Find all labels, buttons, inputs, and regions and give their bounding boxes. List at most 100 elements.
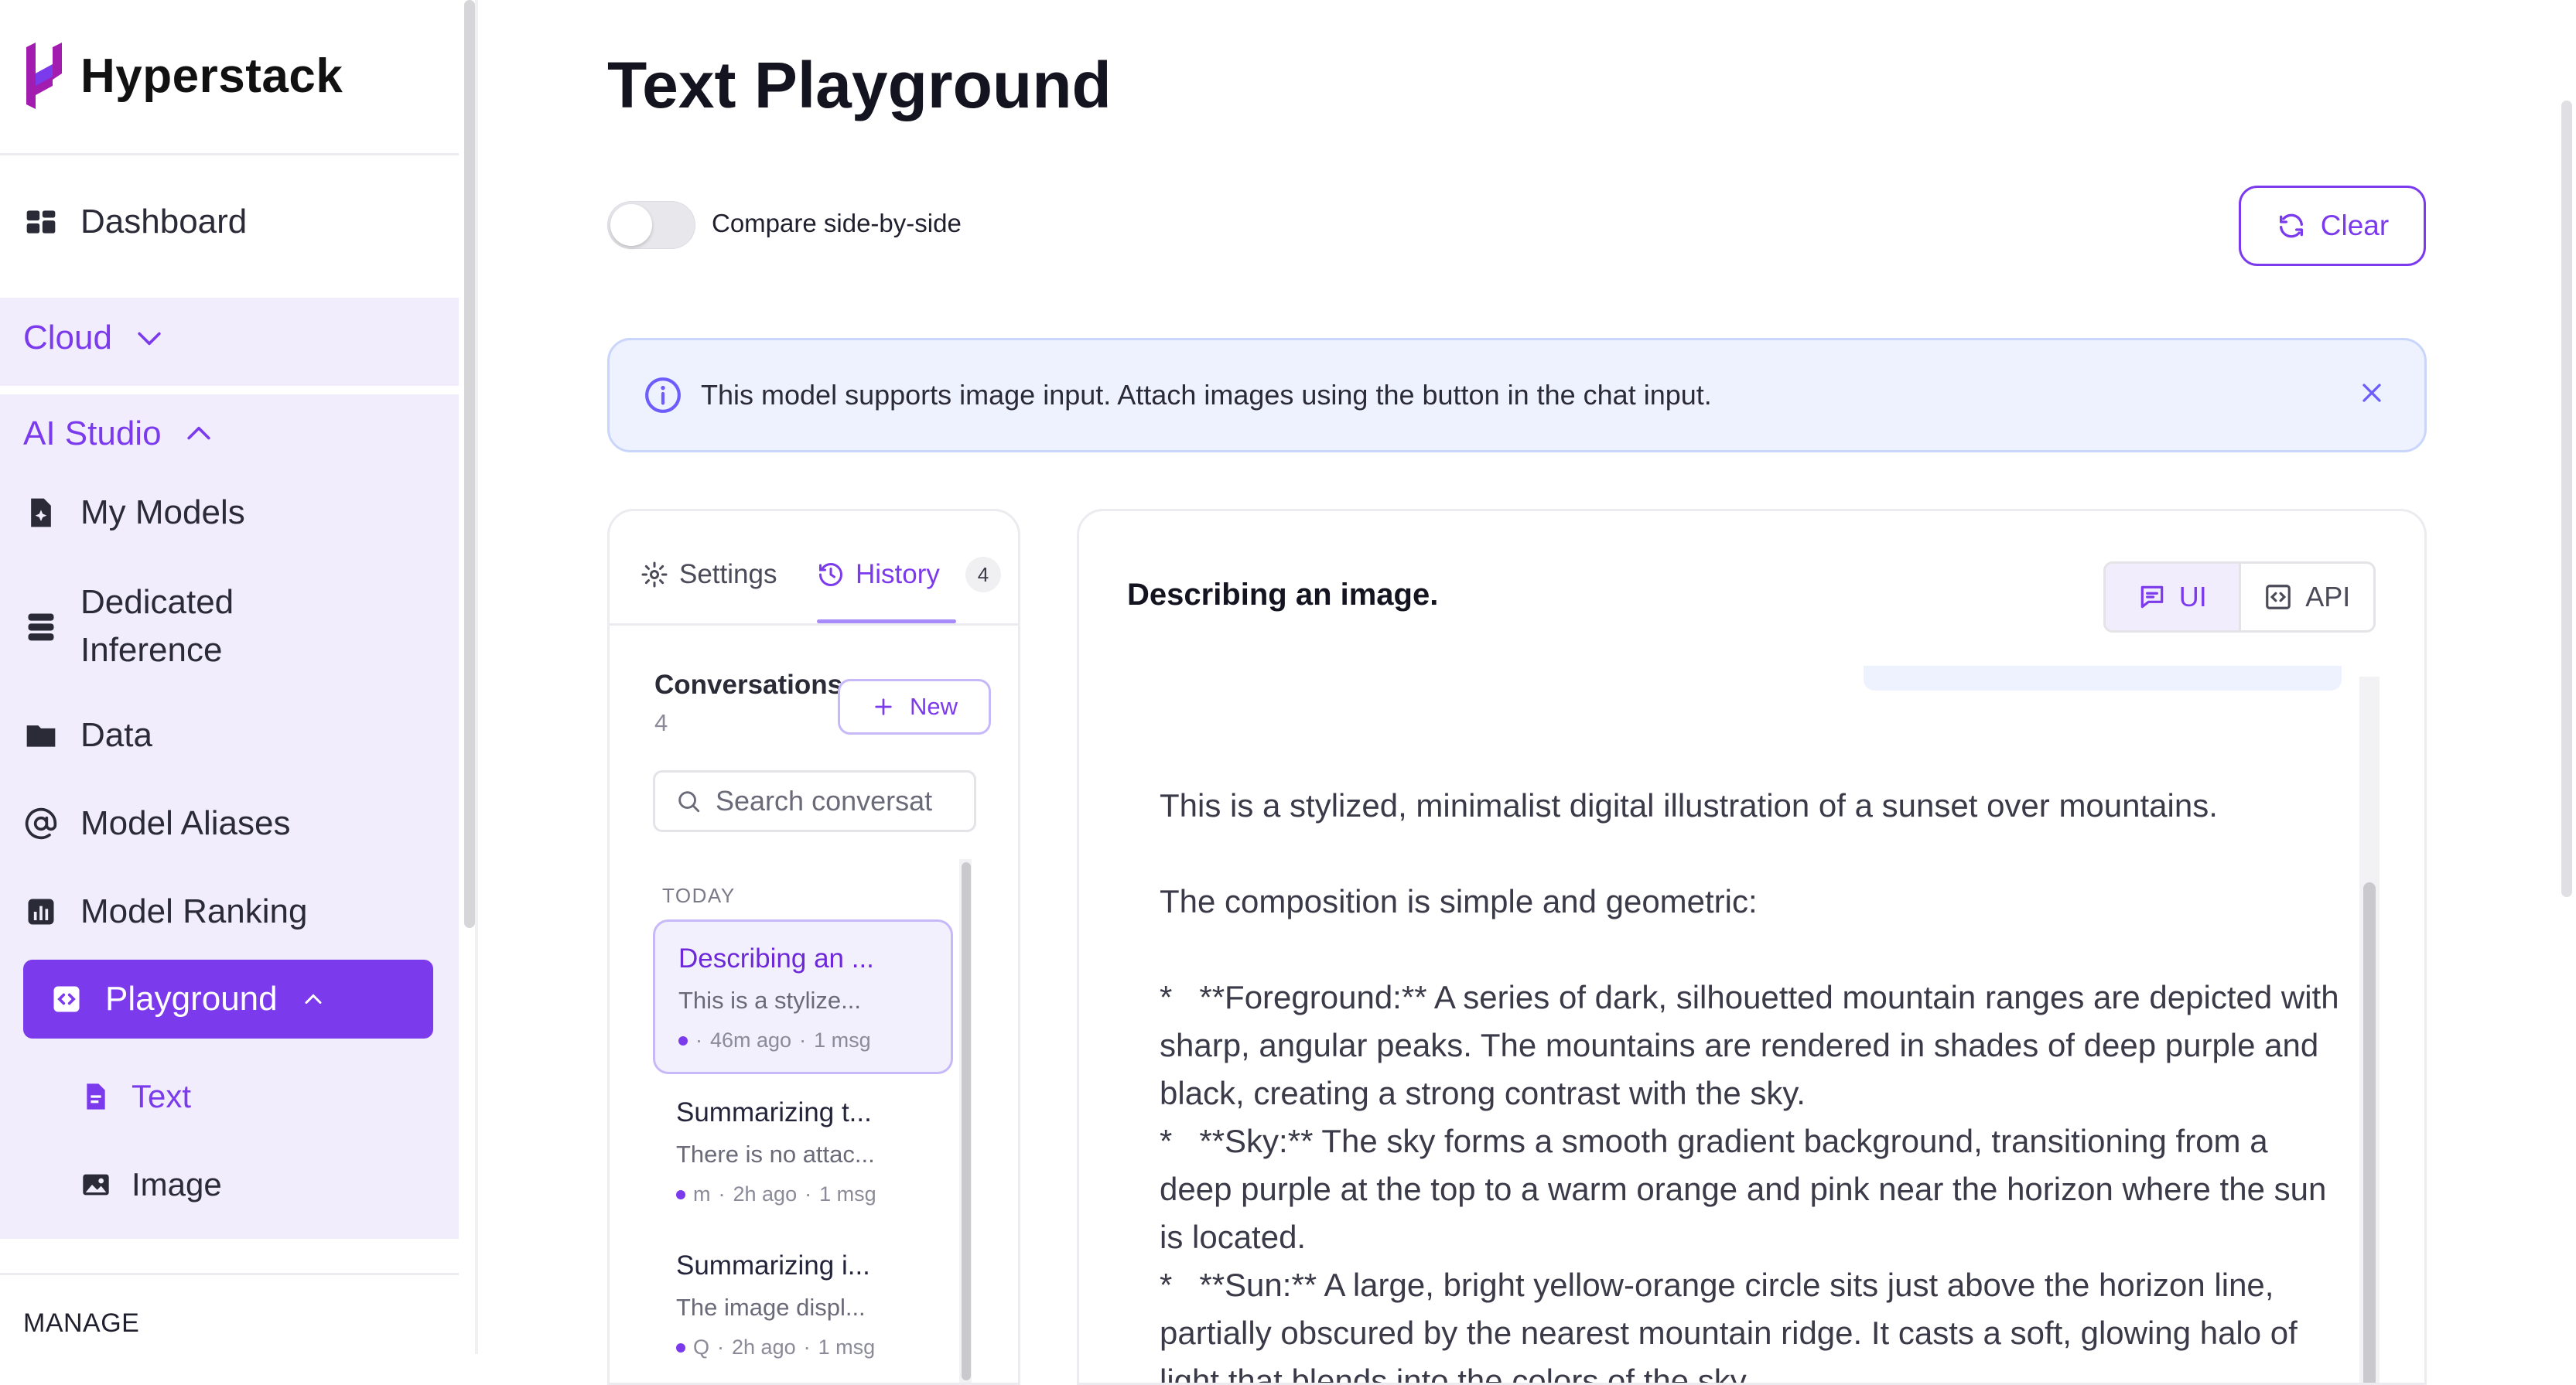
brand-logo[interactable]: Hyperstack [23, 39, 343, 113]
conversation-time: 2h ago [732, 1336, 796, 1359]
search-conversations-input[interactable]: Search conversat [653, 770, 976, 832]
mode-api-button[interactable]: API [2241, 564, 2374, 630]
chat-title: Describing an image. [1127, 578, 1439, 612]
history-icon [819, 562, 842, 586]
image-icon [83, 1174, 109, 1196]
compare-toggle[interactable] [607, 201, 695, 249]
conversation-title: Describing an ... [678, 943, 874, 974]
page-scrollbar[interactable] [2561, 101, 2572, 897]
conversation-item[interactable]: Summarizing i... The image displ... Q · … [653, 1229, 953, 1383]
search-icon [678, 791, 700, 813]
info-icon [645, 377, 681, 413]
conversation-time: 46m ago [710, 1029, 792, 1052]
divider [0, 153, 459, 155]
history-count-badge: 4 [965, 557, 1001, 592]
sidebar-group-ai-studio[interactable]: AI Studio [23, 414, 216, 453]
conversation-item[interactable]: Describing an ... This is a stylize... ·… [653, 919, 953, 1074]
divider [0, 1273, 459, 1275]
sidebar-item-dedicated-inference[interactable]: Dedicated Inference [23, 578, 234, 674]
sidebar-item-label: Model Aliases [80, 804, 291, 842]
new-label: New [909, 693, 958, 720]
conversation-meta: Q · 2h ago · 1 msg [676, 1336, 953, 1359]
folder-icon [23, 718, 59, 753]
refresh-icon [2279, 213, 2303, 238]
conversation-model: m [693, 1182, 711, 1206]
sidebar-item-playground[interactable]: Playground [23, 960, 433, 1039]
gear-icon [641, 561, 668, 588]
sidebar-item-my-models[interactable]: My Models [23, 493, 245, 532]
tab-label: Settings [679, 559, 777, 589]
conversation-preview: The image displ... [676, 1294, 866, 1321]
clear-button[interactable]: Clear [2239, 186, 2426, 266]
bar-chart-icon [23, 894, 59, 930]
sidebar-item-label: Dedicated Inference [80, 583, 234, 669]
status-dot [678, 1035, 688, 1046]
conversation-item[interactable]: Summarizing t... There is no attac... m … [653, 1076, 953, 1230]
sidebar-item-data[interactable]: Data [23, 716, 152, 755]
chevron-up-icon [305, 994, 322, 1004]
sidebar-subitem-text[interactable]: Text [80, 1078, 191, 1115]
divider [610, 623, 1018, 626]
chat-icon [2140, 585, 2163, 609]
message-list: * **Foreground:** A series of dark, silh… [1160, 979, 2339, 1385]
code-box-icon [2266, 585, 2291, 609]
tab-settings[interactable]: Settings [641, 559, 777, 590]
new-conversation-button[interactable]: New [838, 679, 991, 735]
sidebar-item-model-aliases[interactable]: Model Aliases [23, 804, 290, 843]
banner-text: This model supports image input. Attach … [701, 379, 1712, 411]
history-panel: Settings History 4 Conversations 4 New S… [607, 509, 1020, 1385]
group-label: Cloud [23, 319, 112, 356]
group-label-today: TODAY [662, 884, 736, 907]
tab-history[interactable]: History [817, 559, 940, 590]
mode-ui-button[interactable]: UI [2106, 564, 2241, 630]
conversation-preview: This is a stylize... [678, 987, 861, 1014]
document-icon [87, 1083, 105, 1110]
sidebar-subitem-image[interactable]: Image [80, 1166, 222, 1203]
chevron-up-icon [186, 426, 210, 440]
sidebar-border [475, 0, 478, 1354]
conversation-meta: · 46m ago · 1 msg [678, 1029, 951, 1052]
group-label: AI Studio [23, 414, 162, 452]
brand-name: Hyperstack [80, 49, 343, 103]
sidebar-item-dashboard[interactable]: Dashboard [23, 203, 247, 241]
sidebar: Hyperstack Dashboard Cloud AI Studio My … [0, 0, 459, 1354]
sidebar-item-label: Playground [105, 980, 278, 1018]
sidebar-item-label: Model Ranking [80, 892, 308, 930]
conversation-preview: There is no attac... [676, 1141, 875, 1168]
conversation-title: Summarizing i... [676, 1250, 870, 1281]
mode-api-label: API [2305, 581, 2351, 612]
file-sparkle-icon [23, 495, 59, 530]
user-message-bubble [1864, 666, 2342, 691]
close-icon[interactable] [2356, 377, 2387, 408]
message-paragraph: This is a stylized, minimalist digital i… [1160, 787, 2218, 824]
mode-ui-label: UI [2178, 581, 2207, 612]
page-title: Text Playground [607, 49, 1112, 121]
section-label-manage: MANAGE [23, 1308, 140, 1338]
conversation-msg-count: 1 msg [819, 1182, 876, 1206]
sidebar-item-label: Dashboard [80, 203, 248, 240]
plus-icon [875, 698, 892, 715]
scrollbar-thumb[interactable] [2363, 882, 2376, 1383]
sidebar-subitem-label: Image [132, 1166, 222, 1202]
sidebar-item-label: My Models [80, 493, 245, 531]
conversation-msg-count: 1 msg [814, 1029, 871, 1052]
sidebar-subitem-label: Text [132, 1078, 192, 1114]
dashboard-icon [23, 204, 59, 240]
scrollbar-thumb[interactable] [962, 862, 971, 1380]
code-icon [53, 986, 80, 1012]
sidebar-scrollbar[interactable] [464, 0, 475, 928]
toggle-knob [610, 204, 652, 246]
sidebar-item-label: Data [80, 716, 152, 754]
conversation-msg-count: 1 msg [818, 1336, 876, 1359]
tab-label: History [856, 559, 940, 589]
status-dot [676, 1189, 685, 1199]
chevron-down-icon [138, 332, 161, 346]
server-stack-icon [23, 609, 59, 644]
sidebar-group-cloud[interactable]: Cloud [23, 319, 166, 357]
message-paragraph: The composition is simple and geometric: [1160, 883, 1758, 919]
chat-panel: Describing an image. UI API This is a st… [1077, 509, 2427, 1385]
sidebar-item-model-ranking[interactable]: Model Ranking [23, 892, 308, 931]
clear-label: Clear [2320, 210, 2390, 241]
at-sign-icon [23, 806, 59, 841]
conversation-meta: m · 2h ago · 1 msg [676, 1182, 953, 1206]
